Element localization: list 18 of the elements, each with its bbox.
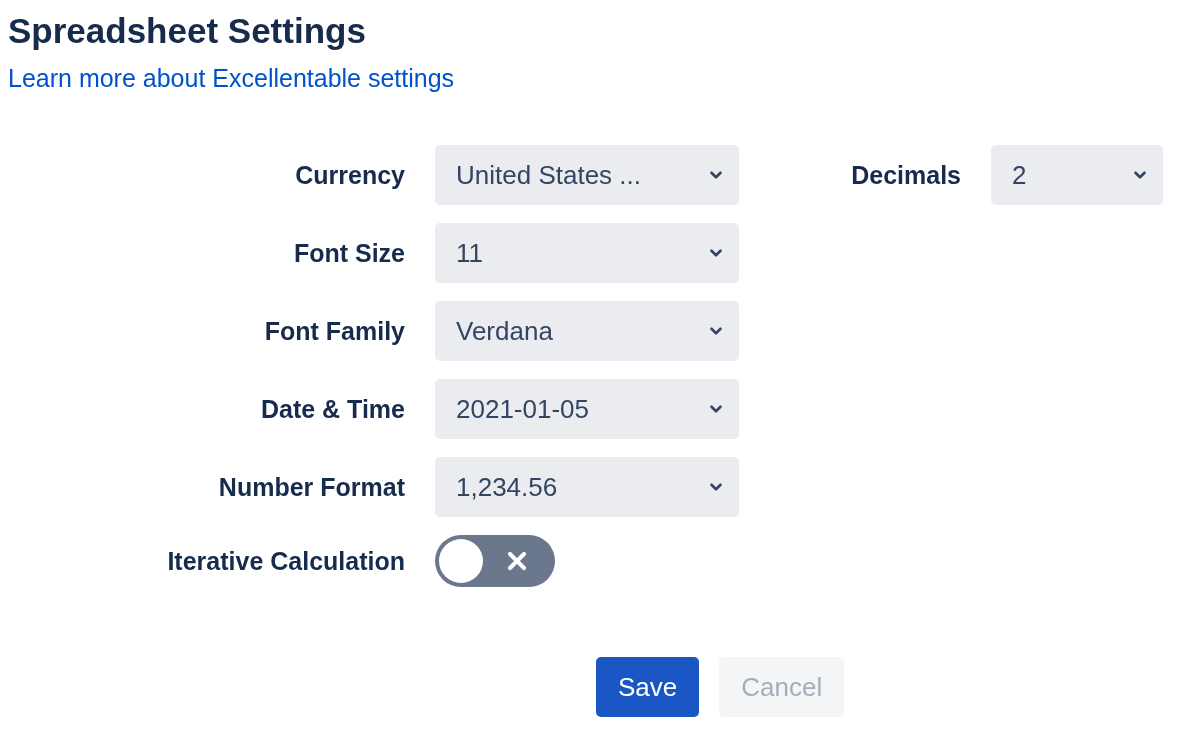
select-field[interactable]: 2 <box>991 145 1163 205</box>
field-label: Number Format <box>218 472 405 502</box>
field-label: Font Size <box>293 238 405 268</box>
save-button[interactable]: Save <box>596 657 700 717</box>
field-label: Currency <box>295 160 405 190</box>
toggle-knob <box>439 539 483 583</box>
select-field[interactable]: Verdana <box>435 301 739 361</box>
page-title: Spreadsheet Settings <box>8 10 367 52</box>
select-field[interactable]: 11 <box>435 223 739 283</box>
field-label: Date & Time <box>260 394 405 424</box>
field-label: Decimals <box>851 160 961 190</box>
select-field[interactable]: 1,234.56 <box>435 457 739 517</box>
select-field[interactable]: United States ... <box>435 145 739 205</box>
help-link[interactable]: Learn more about Excellentable settings <box>8 64 455 93</box>
field-label: Font Family <box>264 316 405 346</box>
toggle-switch[interactable] <box>435 535 555 587</box>
field-label: Iterative Calculation <box>167 546 405 576</box>
select-field[interactable]: 2021-01-05 <box>435 379 739 439</box>
